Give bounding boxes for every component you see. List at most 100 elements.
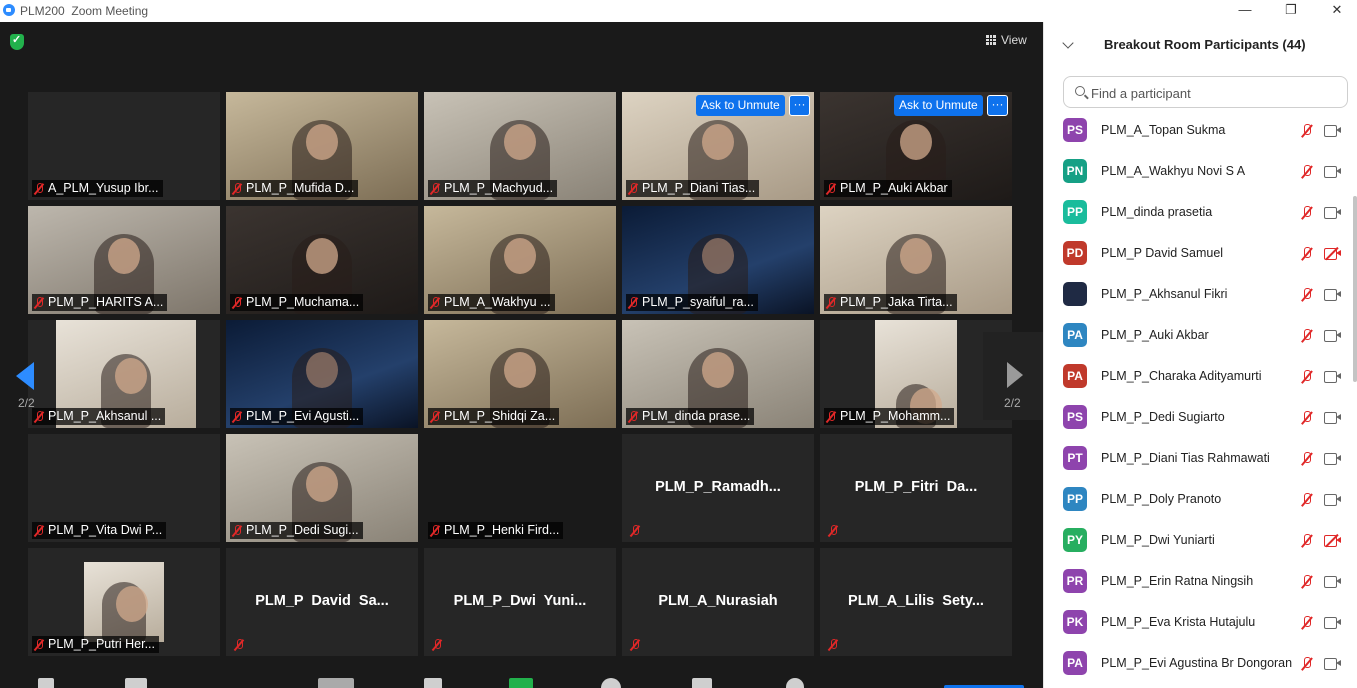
avatar: PN — [1063, 159, 1087, 183]
mic-muted-icon — [826, 182, 836, 195]
video-tile[interactable]: PLM_P_Fitri Da... — [820, 434, 1012, 542]
participant-name: PLM_P_Eva Krista Hutajulu — [1101, 615, 1256, 629]
avatar: PA — [1063, 651, 1087, 675]
mic-muted-icon — [34, 524, 44, 537]
search-box[interactable] — [1063, 76, 1348, 108]
mic-muted-icon — [1301, 616, 1313, 630]
next-page-button[interactable]: 2/2 — [983, 332, 1043, 420]
video-tile[interactable]: PLM_P David Sa... — [226, 548, 418, 656]
view-button[interactable]: View — [986, 33, 1027, 47]
breakout-rooms-icon[interactable] — [692, 678, 712, 688]
name-tag: PLM_P_Vita Dwi P... — [32, 522, 167, 539]
participant-name: PLM_A_Nurasiah — [658, 593, 778, 609]
participant-row[interactable]: PK PLM_P_Eva Krista Hutajulu — [1044, 602, 1354, 643]
view-label: View — [1001, 33, 1027, 47]
participant-row[interactable]: PD PLM_P David Samuel — [1044, 233, 1354, 274]
participant-name: PLM_A_Topan Sukma — [1101, 123, 1226, 137]
participant-row[interactable]: PP PLM_P_Doly Pranoto — [1044, 479, 1354, 520]
video-tile[interactable]: PLM_A_Lilis Sety... — [820, 548, 1012, 656]
mic-muted-icon — [234, 639, 244, 651]
avatar: PP — [1063, 200, 1087, 224]
minimize-button[interactable]: — — [1222, 0, 1268, 22]
video-tile[interactable]: PLM_P_Muchama... — [226, 206, 418, 314]
video-tile[interactable]: PLM_P_Dedi Sugi... — [226, 434, 418, 542]
more-options-button[interactable]: ··· — [789, 95, 810, 116]
avatar: PK — [1063, 610, 1087, 634]
participant-row[interactable]: PT PLM_P_Diani Tias Rahmawati — [1044, 438, 1354, 479]
slash-mark — [1325, 246, 1339, 261]
video-tile[interactable]: PLM_P_Mufida D... — [226, 92, 418, 200]
search-input[interactable] — [1091, 84, 1331, 102]
participant-row[interactable]: PN PLM_A_Wakhyu Novi S A — [1044, 151, 1354, 192]
mic-muted-icon — [232, 524, 242, 537]
participant-row[interactable]: PLM_P_Akhsanul Fikri — [1044, 274, 1354, 315]
avatar — [1063, 282, 1087, 306]
mic-muted-icon — [628, 296, 638, 309]
video-camera-icon — [1324, 125, 1341, 137]
restore-button[interactable]: ❐ — [1268, 0, 1314, 22]
video-tile[interactable]: PLM_P_Jaka Tirta... — [820, 206, 1012, 314]
video-tile[interactable]: PLM_P_Evi Agusti... — [226, 320, 418, 428]
video-tile[interactable]: PLM_P_Vita Dwi P... — [28, 434, 220, 542]
participant-row[interactable]: PP PLM_dinda prasetia — [1044, 192, 1354, 233]
participant-row[interactable]: PY PLM_P_Dwi Yuniarti — [1044, 520, 1354, 561]
mic-muted-icon — [432, 639, 442, 651]
participant-row[interactable]: PA PLM_P_Charaka Adityamurti — [1044, 356, 1354, 397]
mic-muted-icon — [232, 296, 242, 309]
participant-row[interactable]: PS PLM_P_Dedi Sugiarto — [1044, 397, 1354, 438]
chat-icon[interactable] — [424, 678, 442, 688]
video-tile[interactable]: PLM_dinda prase... — [622, 320, 814, 428]
participant-row[interactable]: PA PLM_P_Auki Akbar — [1044, 315, 1354, 356]
participant-row[interactable]: PS PLM_A_Topan Sukma — [1044, 110, 1354, 151]
mic-muted-icon — [826, 296, 836, 309]
participant-photo — [84, 562, 164, 642]
participants-icon[interactable] — [318, 678, 354, 688]
mic-muted-icon — [1301, 575, 1313, 589]
video-tile[interactable]: Ask to Unmute ··· PLM_P_Auki Akbar — [820, 92, 1012, 200]
name-tag: PLM_P_Putri Her... — [32, 636, 159, 653]
more-options-button[interactable]: ··· — [987, 95, 1008, 116]
video-tile[interactable]: A_PLM_Yusup Ibr... — [28, 92, 220, 200]
previous-page-button[interactable]: 2/2 — [0, 332, 40, 420]
video-tile[interactable]: PLM_P_Akhsanul ... — [28, 320, 220, 428]
participant-name: PLM_P_Diani Tias Rahmawati — [1101, 451, 1270, 465]
mute-icon[interactable] — [38, 678, 54, 688]
name-tag: PLM_P_Evi Agusti... — [230, 408, 364, 425]
share-screen-icon[interactable] — [509, 678, 533, 688]
mic-muted-icon — [430, 296, 440, 309]
video-tile[interactable]: PLM_A_Nurasiah — [622, 548, 814, 656]
name-tag: PLM_P_Mohamm... — [824, 408, 955, 425]
close-button[interactable]: ✕ — [1314, 0, 1357, 22]
page-indicator-left: 2/2 — [18, 396, 35, 410]
video-tile[interactable]: PLM_P_Shidqi Za... — [424, 320, 616, 428]
participant-name: PLM_P_Dwi Yuni... — [453, 593, 587, 609]
encryption-shield-icon[interactable] — [10, 33, 24, 50]
participant-row[interactable]: PA PLM_P_Evi Agustina Br Dongoran — [1044, 643, 1354, 684]
video-tile[interactable]: PLM_P_Putri Her... — [28, 548, 220, 656]
scrollbar[interactable] — [1353, 196, 1357, 382]
name-tag: PLM_P_Henki Fird... — [428, 522, 564, 539]
title-bar: PLM200 Zoom Meeting — ❐ ✕ — [0, 0, 1357, 22]
mic-muted-icon — [628, 182, 638, 195]
video-gallery: View A_PLM_Yusup Ibr... PLM_P_Mufida D..… — [0, 22, 1043, 688]
chevron-down-icon[interactable] — [1062, 37, 1074, 49]
video-tile[interactable]: PLM_P_Machyud... — [424, 92, 616, 200]
video-tile[interactable]: PLM_P_Ramadh... — [622, 434, 814, 542]
name-tag: PLM_P_syaiful_ra... — [626, 294, 758, 311]
mic-muted-icon — [34, 638, 44, 651]
ask-to-unmute-button[interactable]: Ask to Unmute — [696, 95, 785, 116]
mic-muted-icon — [34, 182, 44, 195]
participant-name: PLM_P_Erin Ratna Ningsih — [1101, 574, 1254, 588]
video-tile[interactable]: PLM_A_Wakhyu ... — [424, 206, 616, 314]
ask-to-unmute-button[interactable]: Ask to Unmute — [894, 95, 983, 116]
video-tile[interactable]: PLM_P_syaiful_ra... — [622, 206, 814, 314]
name-tag: PLM_P_Jaka Tirta... — [824, 294, 957, 311]
video-tile[interactable]: Ask to Unmute ··· PLM_P_Diani Tias... — [622, 92, 814, 200]
video-tile[interactable]: PLM_P_Dwi Yuni... — [424, 548, 616, 656]
participant-row[interactable]: PR PLM_P_Erin Ratna Ningsih — [1044, 561, 1354, 602]
video-camera-icon — [1324, 494, 1341, 506]
video-tile[interactable]: PLM_P_HARITS A... — [28, 206, 220, 314]
mic-muted-icon — [826, 410, 836, 423]
video-camera-icon[interactable] — [125, 678, 147, 688]
video-tile[interactable]: PLM_P_Henki Fird... — [424, 434, 616, 542]
